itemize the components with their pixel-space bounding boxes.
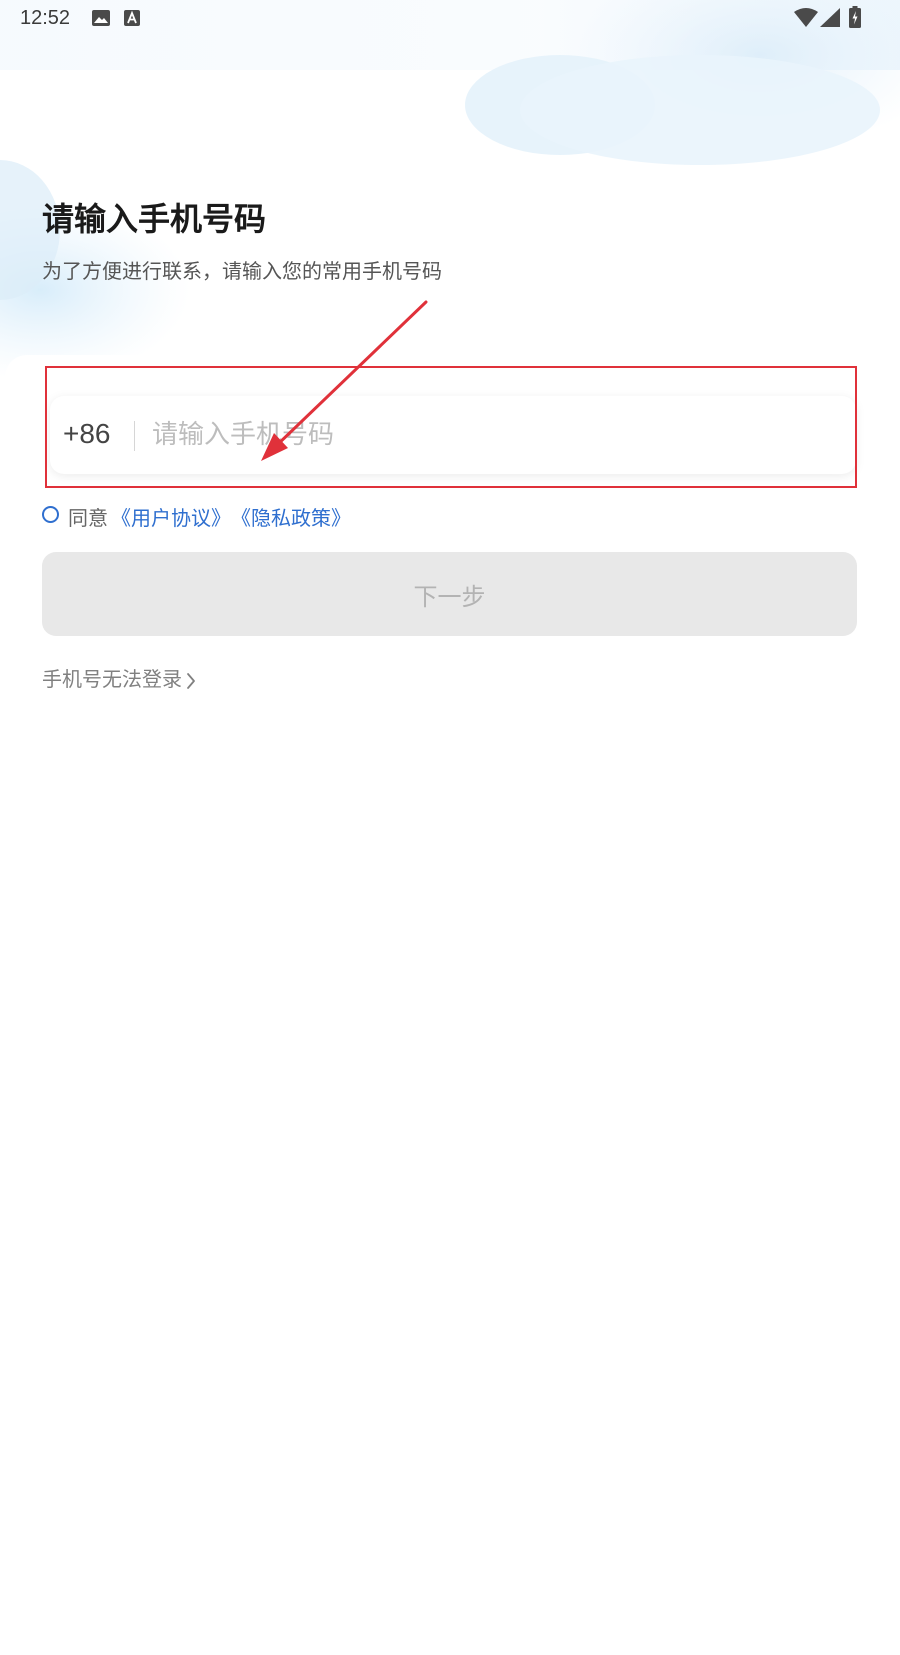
cannot-login-link[interactable]: 手机号无法登录 — [42, 663, 196, 692]
battery-charging-icon — [849, 6, 861, 28]
content-card — [5, 355, 900, 1655]
status-bar: 12:52 — [0, 0, 900, 40]
phone-input-box[interactable]: +86 — [50, 396, 856, 474]
cannot-login-label: 手机号无法登录 — [42, 667, 182, 691]
status-time: 12:52 — [20, 7, 71, 29]
page-title: 请输入手机号码 — [42, 200, 267, 238]
next-button-label: 下一步 — [413, 583, 486, 611]
chevron-right-icon — [187, 672, 195, 689]
user-agreement-link[interactable]: 《用户协议》 — [111, 502, 231, 531]
a-icon — [124, 10, 140, 26]
country-code-divider — [134, 421, 135, 451]
next-button[interactable]: 下一步 — [42, 552, 857, 636]
phone-number-input[interactable] — [152, 410, 832, 460]
country-code-selector[interactable]: +86 — [63, 418, 111, 450]
background-cloud-decoration — [0, 0, 900, 380]
wifi-icon — [794, 8, 818, 27]
image-icon — [92, 10, 110, 26]
privacy-policy-link[interactable]: 《隐私政策》 — [231, 502, 351, 531]
agreement-prefix: 同意 — [68, 506, 108, 530]
agreement-radio[interactable] — [42, 506, 59, 523]
page-subtitle: 为了方便进行联系，请输入您的常用手机号码 — [42, 259, 442, 283]
cellular-signal-icon — [820, 8, 840, 27]
